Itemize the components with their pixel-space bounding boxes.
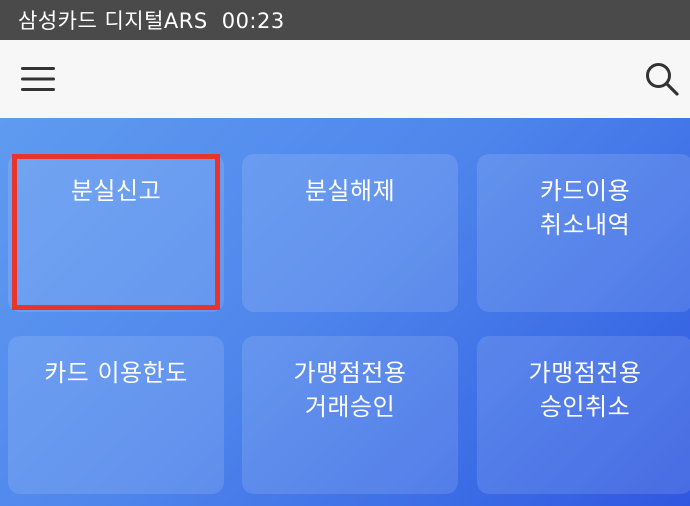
menu-grid: 분실신고 분실해제 카드이용 취소내역 카드 이용한도 가맹점전용 거래승인 가… [0, 118, 690, 506]
tile-label: 분실해제 [304, 177, 396, 205]
tile-label: 카드이용 취소내역 [539, 177, 631, 239]
tile-cancel-history[interactable]: 카드이용 취소내역 [477, 154, 690, 312]
app-name: 삼성카드 디지털ARS [18, 9, 208, 33]
status-title: 삼성카드 디지털ARS 00:23 [18, 5, 285, 35]
tile-merchant-cancel[interactable]: 가맹점전용 승인취소 [477, 336, 690, 494]
tile-card-limit[interactable]: 카드 이용한도 [8, 336, 224, 494]
tile-label: 가맹점전용 승인취소 [528, 359, 642, 421]
status-time: 00:23 [221, 9, 285, 33]
app-bar [0, 40, 690, 118]
status-bar: 삼성카드 디지털ARS 00:23 [0, 0, 690, 40]
search-button[interactable] [640, 57, 684, 101]
hamburger-menu-icon [21, 67, 55, 91]
menu-button[interactable] [18, 59, 58, 99]
tile-lost-release[interactable]: 분실해제 [242, 154, 458, 312]
tile-lost-report[interactable]: 분실신고 [8, 154, 224, 312]
tile-label: 가맹점전용 거래승인 [293, 359, 407, 421]
tile-label: 분실신고 [70, 177, 162, 205]
tile-label: 카드 이용한도 [44, 359, 188, 387]
search-icon [646, 63, 679, 96]
tile-merchant-approval[interactable]: 가맹점전용 거래승인 [242, 336, 458, 494]
